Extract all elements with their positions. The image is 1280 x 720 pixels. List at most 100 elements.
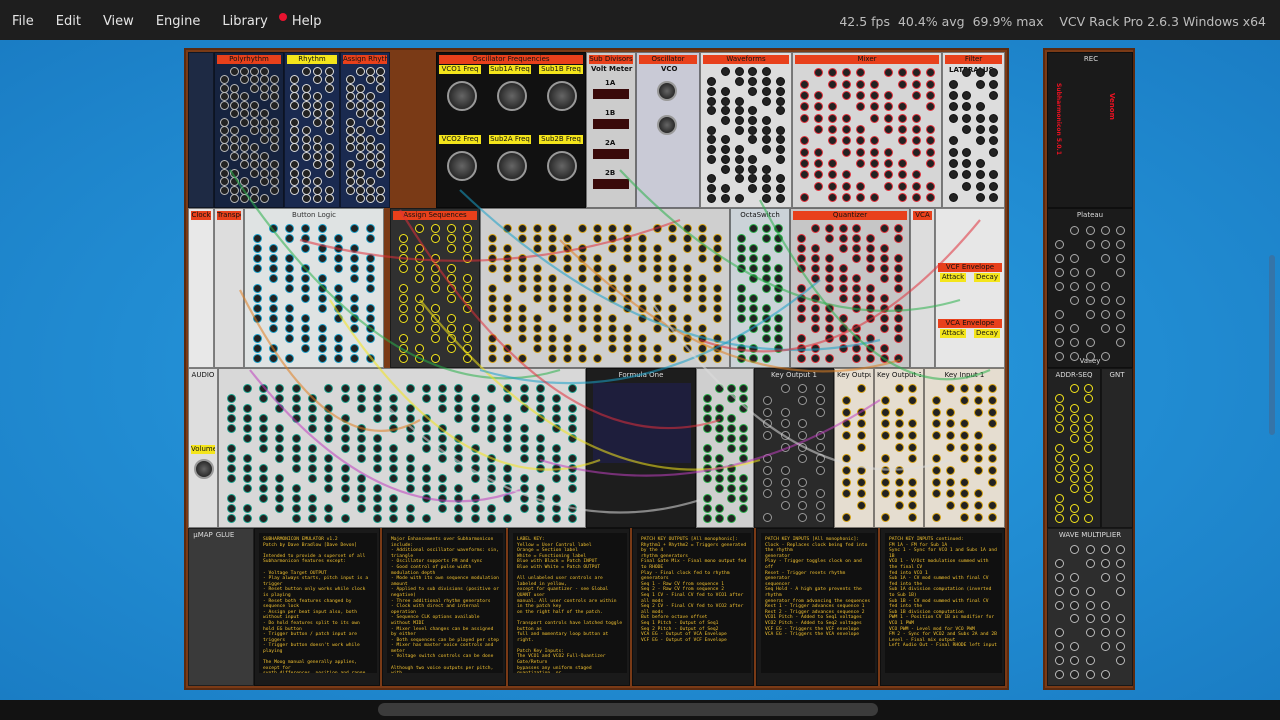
patch-jack[interactable] <box>317 223 327 233</box>
patch-jack[interactable] <box>1085 351 1095 361</box>
patch-jack[interactable] <box>897 68 907 78</box>
patch-jack[interactable] <box>333 233 343 243</box>
patch-jack[interactable] <box>229 92 239 102</box>
patch-jack[interactable] <box>974 454 984 464</box>
patch-jack[interactable] <box>623 283 632 293</box>
patch-jack[interactable] <box>578 273 587 283</box>
note-module-4[interactable]: PATCH KEY OUTPUTS [All monophonic]: Rhyt… <box>632 528 754 686</box>
patch-jack[interactable] <box>838 243 848 253</box>
patch-jack[interactable] <box>841 136 851 146</box>
patch-jack[interactable] <box>975 124 985 134</box>
patch-jack[interactable] <box>252 353 262 363</box>
sub1b-freq-knob[interactable] <box>547 81 577 111</box>
patch-jack[interactable] <box>593 273 602 283</box>
patch-jack[interactable] <box>249 83 259 93</box>
patch-jack[interactable] <box>702 473 712 483</box>
patch-jack[interactable] <box>313 194 323 204</box>
patch-jack[interactable] <box>355 177 365 187</box>
patch-jack[interactable] <box>301 151 311 161</box>
patch-jack[interactable] <box>313 109 323 119</box>
patch-jack[interactable] <box>405 453 415 463</box>
patch-jack[interactable] <box>713 293 722 303</box>
patch-jack[interactable] <box>503 243 512 253</box>
patch-jack[interactable] <box>653 343 662 353</box>
patch-jack[interactable] <box>462 253 472 263</box>
patch-jack[interactable] <box>721 106 730 116</box>
module-rhythm[interactable]: Rhythm <box>284 52 340 208</box>
patch-jack[interactable] <box>931 454 941 464</box>
patch-jack[interactable] <box>894 407 904 417</box>
patch-jack[interactable] <box>949 79 959 89</box>
patch-jack[interactable] <box>355 151 365 161</box>
patch-jack[interactable] <box>1054 463 1064 473</box>
patch-jack[interactable] <box>762 145 771 155</box>
patch-jack[interactable] <box>446 333 456 343</box>
patch-jack[interactable] <box>683 273 692 283</box>
patch-jack[interactable] <box>259 473 269 483</box>
patch-jack[interactable] <box>838 263 848 273</box>
patch-jack[interactable] <box>563 343 572 353</box>
patch-jack[interactable] <box>1115 253 1125 263</box>
patch-jack[interactable] <box>824 303 834 313</box>
patch-jack[interactable] <box>608 323 617 333</box>
patch-jack[interactable] <box>726 433 736 443</box>
patch-jack[interactable] <box>519 443 529 453</box>
patch-jack[interactable] <box>925 192 935 202</box>
patch-jack[interactable] <box>962 181 972 191</box>
patch-jack[interactable] <box>488 283 497 293</box>
patch-jack[interactable] <box>552 503 562 513</box>
patch-jack[interactable] <box>855 158 865 168</box>
patch-jack[interactable] <box>879 313 889 323</box>
patch-jack[interactable] <box>398 343 408 353</box>
patch-jack[interactable] <box>798 442 808 452</box>
patch-jack[interactable] <box>219 126 229 136</box>
patch-jack[interactable] <box>503 263 512 273</box>
patch-jack[interactable] <box>414 243 424 253</box>
patch-jack[interactable] <box>1069 383 1079 393</box>
patch-jack[interactable] <box>815 512 825 522</box>
patch-jack[interactable] <box>503 433 513 443</box>
patch-jack[interactable] <box>568 473 578 483</box>
patch-jack[interactable] <box>925 102 935 112</box>
patch-jack[interactable] <box>470 443 480 453</box>
patch-jack[interactable] <box>1069 423 1079 433</box>
patch-jack[interactable] <box>317 253 327 263</box>
patch-jack[interactable] <box>548 353 557 363</box>
patch-jack[interactable] <box>355 126 365 136</box>
patch-jack[interactable] <box>398 263 408 273</box>
patch-jack[interactable] <box>563 233 572 243</box>
patch-jack[interactable] <box>438 443 448 453</box>
patch-jack[interactable] <box>308 423 317 433</box>
patch-jack[interactable] <box>988 419 998 429</box>
patch-jack[interactable] <box>350 263 360 273</box>
module-clock[interactable]: Clock <box>188 208 214 368</box>
patch-jack[interactable] <box>736 293 746 303</box>
patch-jack[interactable] <box>470 453 480 463</box>
patch-jack[interactable] <box>960 419 969 429</box>
patch-jack[interactable] <box>301 263 311 273</box>
patch-jack[interactable] <box>356 393 366 403</box>
patch-jack[interactable] <box>813 90 823 100</box>
patch-jack[interactable] <box>907 396 917 405</box>
patch-jack[interactable] <box>988 147 998 157</box>
patch-jack[interactable] <box>798 501 808 510</box>
patch-jack[interactable] <box>714 503 724 513</box>
patch-jack[interactable] <box>290 126 300 136</box>
patch-jack[interactable] <box>775 154 785 164</box>
patch-jack[interactable] <box>894 477 904 487</box>
patch-jack[interactable] <box>815 407 825 417</box>
patch-jack[interactable] <box>373 443 383 453</box>
patch-jack[interactable] <box>798 431 808 440</box>
patch-jack[interactable] <box>683 333 692 343</box>
patch-jack[interactable] <box>519 383 529 393</box>
patch-jack[interactable] <box>313 92 323 102</box>
patch-jack[interactable] <box>535 463 545 473</box>
patch-jack[interactable] <box>762 115 771 125</box>
patch-jack[interactable] <box>503 303 512 313</box>
patch-jack[interactable] <box>535 403 545 413</box>
patch-jack[interactable] <box>259 423 269 433</box>
patch-jack[interactable] <box>827 102 837 112</box>
patch-jack[interactable] <box>960 442 969 452</box>
patch-jack[interactable] <box>366 253 376 263</box>
patch-jack[interactable] <box>866 233 876 243</box>
